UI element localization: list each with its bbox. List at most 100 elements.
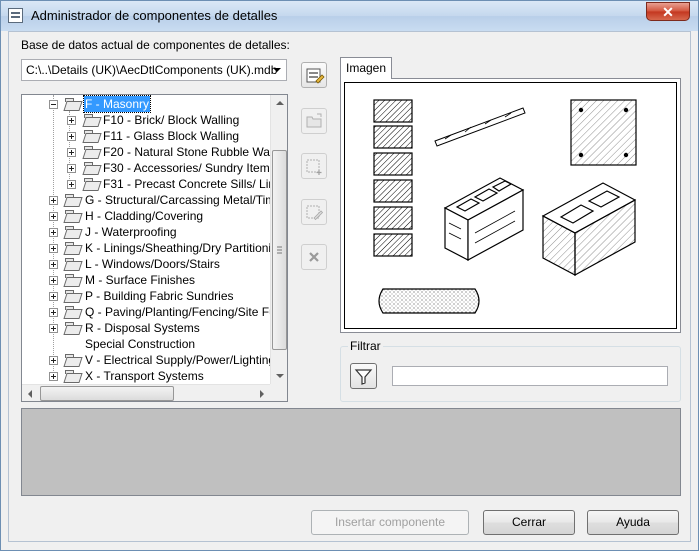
tree-item-f-masonry[interactable]: F - Masonry <box>22 95 270 113</box>
expand-icon[interactable] <box>67 132 76 141</box>
tree-item-m[interactable]: M - Surface Finishes <box>22 272 270 288</box>
tree-item-r[interactable]: R - Disposal Systems <box>22 320 270 336</box>
tree-item-label: L - Windows/Doors/Stairs <box>85 257 220 271</box>
tree-item-g[interactable]: G - Structural/Carcassing Metal/Timber <box>22 192 287 208</box>
brick-column <box>373 99 413 257</box>
tree-item-label: P - Building Fabric Sundries <box>85 289 234 303</box>
scroll-up-icon[interactable] <box>271 95 287 112</box>
tree-item-v[interactable]: V - Electrical Supply/Power/Lighting Sy <box>22 352 287 368</box>
expand-icon[interactable] <box>49 308 58 317</box>
tree-item-f10[interactable]: F10 - Brick/ Block Walling <box>22 112 270 128</box>
folder-icon <box>84 146 100 158</box>
database-dropdown-value: C:\..\Details (UK)\AecDtlComponents (UK)… <box>26 63 278 77</box>
component-tree[interactable]: F - Masonry F10 - Brick/ Block Walling F… <box>21 94 288 402</box>
tree-item-h[interactable]: H - Cladding/Covering <box>22 208 270 224</box>
tree-item-label: J - Waterproofing <box>85 225 177 239</box>
database-dropdown[interactable]: C:\..\Details (UK)\AecDtlComponents (UK)… <box>21 59 287 81</box>
filter-group-label: Filtrar <box>348 339 383 353</box>
collapse-icon[interactable] <box>49 100 58 109</box>
title-bar[interactable]: Administrador de componentes de detalles… <box>1 1 698 31</box>
tree-item-label: X - Transport Systems <box>85 369 204 383</box>
tree-vertical-scrollbar[interactable] <box>270 95 287 384</box>
window-title: Administrador de componentes de detalles <box>31 8 278 23</box>
horizontal-scroll-thumb[interactable] <box>40 386 174 401</box>
tree-item-label: F11 - Glass Block Walling <box>103 129 240 143</box>
square-block <box>570 99 637 166</box>
open-folder-button[interactable] <box>301 108 327 134</box>
tab-imagen[interactable]: Imagen <box>340 57 392 79</box>
tree-item-f30[interactable]: F30 - Accessories/ Sundry Items fo <box>22 160 287 176</box>
masonry-preview-drawing <box>373 99 637 314</box>
scroll-left-icon[interactable] <box>22 385 39 401</box>
stippled-lintel <box>378 288 480 314</box>
expand-icon[interactable] <box>49 276 58 285</box>
edit-component-button[interactable] <box>301 199 327 225</box>
expand-icon[interactable] <box>67 148 76 157</box>
funnel-icon <box>354 369 373 385</box>
tree-item-j[interactable]: J - Waterproofing <box>22 224 270 240</box>
filter-input[interactable] <box>392 366 668 386</box>
component-preview-image <box>344 82 677 329</box>
tree-item-l[interactable]: L - Windows/Doors/Stairs <box>22 256 270 272</box>
component-description-area <box>21 408 681 496</box>
hollow-block-right <box>541 182 637 277</box>
hollow-block-left <box>443 177 525 262</box>
tree-item-p[interactable]: P - Building Fabric Sundries <box>22 288 270 304</box>
tree-item-label: V - Electrical Supply/Power/Lighting Sy <box>85 353 288 367</box>
tree-item-special-construction[interactable]: Special Construction <box>22 336 270 352</box>
close-window-button[interactable]: ✕ <box>646 2 690 21</box>
tree-horizontal-scrollbar[interactable] <box>22 384 270 401</box>
folder-icon <box>65 370 81 382</box>
expand-icon[interactable] <box>67 164 76 173</box>
folder-icon <box>65 306 81 318</box>
new-component-button[interactable] <box>301 153 327 179</box>
expand-icon[interactable] <box>67 116 76 125</box>
folder-icon <box>84 114 100 126</box>
tree-item-label: F20 - Natural Stone Rubble Walling <box>103 145 288 159</box>
edit-database-button[interactable] <box>301 62 327 88</box>
scroll-right-icon[interactable] <box>253 385 270 401</box>
grip-icon <box>277 246 282 254</box>
new-component-icon <box>306 159 322 175</box>
expand-icon[interactable] <box>49 244 58 253</box>
tree-item-label: G - Structural/Carcassing Metal/Timber <box>85 193 288 207</box>
insert-component-button[interactable]: Insertar componente <box>311 510 469 535</box>
help-button[interactable]: Ayuda <box>587 510 679 535</box>
chevron-down-icon[interactable] <box>268 60 286 80</box>
scrollbar-corner <box>270 384 287 401</box>
tree-item-label: Special Construction <box>85 337 196 351</box>
expand-icon[interactable] <box>49 356 58 365</box>
tree-item-q[interactable]: Q - Paving/Planting/Fencing/Site Furn <box>22 304 286 320</box>
expand-icon[interactable] <box>49 372 58 381</box>
filter-button[interactable] <box>350 363 377 389</box>
tree-item-label: R - Disposal Systems <box>85 321 200 335</box>
expand-icon[interactable] <box>49 228 58 237</box>
expand-icon[interactable] <box>49 196 58 205</box>
expand-icon[interactable] <box>67 180 76 189</box>
wall-tie <box>434 107 526 147</box>
database-edit-icon <box>306 68 325 84</box>
tree-item-label: M - Surface Finishes <box>85 273 196 287</box>
vertical-scroll-thumb[interactable] <box>272 150 287 350</box>
tree-item-label: Q - Paving/Planting/Fencing/Site Furn <box>85 305 287 319</box>
expand-icon[interactable] <box>49 324 58 333</box>
folder-icon <box>65 194 81 206</box>
tree-item-label: F10 - Brick/ Block Walling <box>103 113 240 127</box>
image-tab-panel <box>340 78 681 333</box>
scroll-down-icon[interactable] <box>271 367 287 384</box>
expand-icon[interactable] <box>49 260 58 269</box>
tree-item-k[interactable]: K - Linings/Sheathing/Dry Partitioning <box>22 240 284 256</box>
tree-item-f31[interactable]: F31 - Precast Concrete Sills/ Lintels <box>22 176 287 192</box>
tree-item-f20[interactable]: F20 - Natural Stone Rubble Walling <box>22 144 287 160</box>
close-button[interactable]: Cerrar <box>483 510 575 535</box>
expand-icon[interactable] <box>49 212 58 221</box>
tree-item-f11[interactable]: F11 - Glass Block Walling <box>22 128 270 144</box>
delete-component-button[interactable] <box>301 244 327 270</box>
expand-icon[interactable] <box>49 292 58 301</box>
app-icon <box>8 8 23 23</box>
tree-item-label: K - Linings/Sheathing/Dry Partitioning <box>85 241 285 255</box>
folder-icon <box>65 322 81 334</box>
folder-icon <box>84 178 100 190</box>
tree-item-x[interactable]: X - Transport Systems <box>22 368 270 384</box>
folder-icon <box>65 354 81 366</box>
